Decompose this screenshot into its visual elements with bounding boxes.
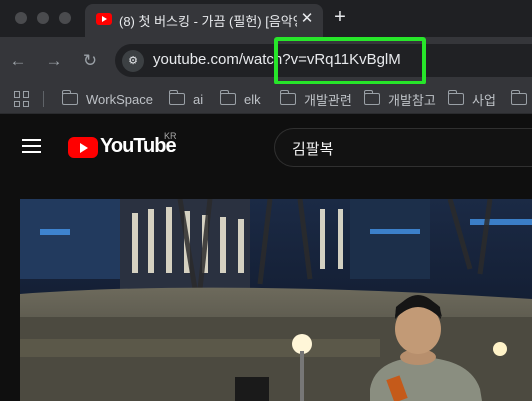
minimize-window-button[interactable]	[37, 12, 49, 24]
forward-button[interactable]: →	[43, 50, 65, 72]
search-query-text[interactable]: 김팔복	[292, 138, 492, 158]
folder-icon	[279, 90, 296, 105]
new-tab-button[interactable]: +	[329, 6, 351, 28]
bookmark-folder[interactable]: 개발참고	[363, 89, 436, 109]
youtube-favicon-icon	[96, 13, 112, 25]
youtube-logo-text[interactable]: YouTube	[100, 135, 177, 161]
folder-icon	[61, 90, 78, 105]
bookmark-label: 개발참고	[388, 92, 436, 108]
bookmark-folder[interactable]: 개발관련	[279, 89, 352, 109]
bookmarks-bar: WorkSpace ai elk 개발관련 개발참고 사업	[0, 84, 532, 114]
bookmarks-divider	[43, 91, 44, 107]
tab-title: (8) 첫 버스킹 - 가끔 (필헌) [음악영상]	[119, 14, 297, 29]
bookmark-label: 사업	[472, 92, 496, 108]
browser-tab-active[interactable]: (8) 첫 버스킹 - 가끔 (필헌) [음악영상] ✕	[85, 4, 323, 37]
youtube-page: YouTube KR 김팔복	[0, 115, 532, 401]
url-highlight-box	[274, 37, 426, 85]
folder-icon	[510, 90, 527, 105]
apps-grid-icon[interactable]	[14, 91, 30, 107]
maximize-window-button[interactable]	[59, 12, 71, 24]
reload-button[interactable]: ↻	[79, 50, 101, 72]
folder-icon	[219, 90, 236, 105]
bookmark-folder[interactable]: 사업	[447, 89, 496, 109]
bookmark-label: ai	[193, 91, 204, 107]
bookmark-label: elk	[244, 91, 261, 107]
folder-icon	[447, 90, 464, 105]
video-player[interactable]	[20, 199, 532, 401]
site-settings-icon[interactable]: ⚙	[122, 50, 144, 72]
browser-toolbar: ← → ↻ ⚙ youtube.com/watch?v=vRq11KvBglM	[0, 37, 532, 84]
video-frame-image	[20, 199, 532, 401]
folder-icon	[363, 90, 380, 105]
tab-close-icon[interactable]: ✕	[297, 9, 317, 29]
bookmark-folder-partial[interactable]	[510, 89, 532, 109]
bookmark-folder[interactable]: WorkSpace	[61, 89, 153, 109]
bookmark-folder[interactable]: elk	[219, 89, 261, 109]
close-window-button[interactable]	[15, 12, 27, 24]
bookmark-label: WorkSpace	[86, 91, 153, 107]
bookmark-label: 개발관련	[304, 92, 352, 108]
region-badge: KR	[164, 131, 177, 141]
back-button[interactable]: ←	[7, 50, 29, 72]
tab-strip: (8) 첫 버스킹 - 가끔 (필헌) [음악영상] ✕ +	[0, 0, 532, 37]
hamburger-menu-icon[interactable]	[22, 139, 41, 153]
folder-icon	[168, 90, 185, 105]
bookmark-folder[interactable]: ai	[168, 89, 204, 109]
youtube-logo-icon[interactable]	[68, 137, 98, 158]
search-input[interactable]: 김팔복	[274, 128, 532, 167]
